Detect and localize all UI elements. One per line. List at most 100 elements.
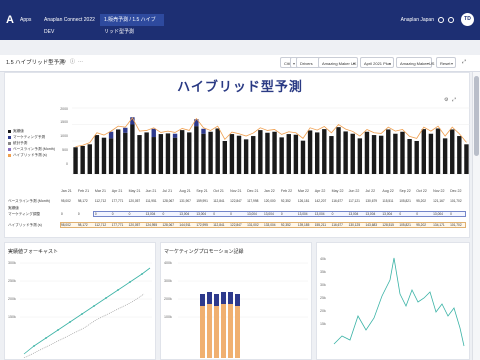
info-icon[interactable]: ⓘ <box>70 60 75 65</box>
more-options-icon[interactable]: ⋯ <box>78 60 83 65</box>
column-header: Jun 21 <box>145 189 157 193</box>
table-cell[interactable]: 0 <box>230 212 232 216</box>
table-cell: 130,679 <box>365 199 378 203</box>
table-cell[interactable]: 13,004 <box>298 212 308 216</box>
table-cell[interactable]: 0 <box>163 212 165 216</box>
table-cell: 92,352 <box>280 223 291 227</box>
table-cell[interactable]: 13,004 <box>366 212 376 216</box>
actual-bar <box>350 133 355 174</box>
actual-bar <box>457 136 462 174</box>
table-cell: 120,000 <box>264 199 276 203</box>
table-cell[interactable]: 0 <box>450 212 452 216</box>
y-tick: 30k <box>320 283 326 287</box>
column-header: Jul 22 <box>365 189 376 193</box>
table-cell[interactable]: 0 <box>129 212 131 216</box>
table-cell[interactable]: 13,004 <box>264 212 274 216</box>
table-cell[interactable]: 0 <box>416 212 418 216</box>
actual-bar <box>229 134 235 174</box>
table-cell[interactable]: 0 <box>112 212 114 216</box>
table-cell: 101,702 <box>450 199 462 203</box>
actual-bar <box>80 145 85 174</box>
column-header: Jan 22 <box>264 189 275 193</box>
vertical-scrollbar[interactable] <box>472 72 480 360</box>
table-cell[interactable]: 0 <box>213 212 215 216</box>
actual-bar <box>137 135 142 174</box>
column-header: Jan 21 <box>61 189 72 193</box>
column-header: Jun 22 <box>348 189 360 193</box>
table-cell: 131,907 <box>179 199 191 203</box>
y-tick: 300k <box>164 279 172 283</box>
column-header: Apr 21 <box>111 189 123 193</box>
actual-bar <box>442 138 448 174</box>
column-header: Oct 22 <box>416 189 427 193</box>
y-tick: 150k <box>8 315 16 319</box>
column-header: Oct 21 <box>213 189 224 193</box>
column-header: Apr 22 <box>314 189 326 193</box>
user-name[interactable]: Anaplan Japan <box>401 14 434 26</box>
notification-icon[interactable] <box>448 17 454 23</box>
actual-bar <box>236 135 242 174</box>
breadcrumb-workspace[interactable]: Anaplan Connect 2022 DEV <box>40 14 100 35</box>
fullscreen-icon[interactable]: ⤢ <box>462 60 467 65</box>
table-cell[interactable]: 0 <box>399 212 401 216</box>
table-cell: 98,172 <box>77 223 88 227</box>
column-header: Dec 22 <box>450 189 462 193</box>
legend-hybrid: ハイブリッド予測 (s) <box>8 153 47 158</box>
actual-bar <box>165 133 171 174</box>
promo-bar <box>207 292 212 304</box>
y-tick: 100k <box>164 315 172 319</box>
filter-maker-uk[interactable]: Amazing Maker UK <box>318 57 358 69</box>
table-cell: 131,002 <box>247 223 259 227</box>
reset-button[interactable]: Reset <box>436 57 456 69</box>
table-cell: 95,202 <box>416 223 426 227</box>
breadcrumb-apps[interactable]: Apps <box>16 14 40 26</box>
actual-bar <box>222 141 228 174</box>
table-cell[interactable]: 0 <box>61 212 63 216</box>
chart-main-title: ハイブリッド型予測 <box>177 80 303 95</box>
marketing-bar <box>123 127 128 133</box>
table-cell[interactable]: 13,004 <box>196 212 206 216</box>
page-toolbar: 1.5 ハイブリッド型予測 ↻ ⓘ ⋯ Cities Drivers Amazi… <box>0 55 480 72</box>
column-header: Aug 21 <box>179 189 191 193</box>
avatar[interactable]: TD <box>461 13 474 26</box>
table-cell: 143,683 <box>365 223 378 227</box>
actual-bar <box>187 132 192 174</box>
table-cell: 112,841 <box>213 223 225 227</box>
marketing-bar <box>151 128 156 138</box>
table-cell: 95,002 <box>61 199 71 203</box>
table-cell[interactable]: 13,004 <box>433 212 443 216</box>
actual-bar <box>364 131 370 174</box>
table-cell[interactable]: 0 <box>332 212 334 216</box>
actual-bar <box>158 134 164 174</box>
actual-bar <box>428 133 434 174</box>
top-navigation-bar: A Apps Anaplan Connect 2022 DEV 1.販売予測 /… <box>0 0 480 40</box>
help-icon[interactable] <box>438 17 444 23</box>
table-cell: 122,847 <box>230 199 242 203</box>
filter-period[interactable]: April 2021 Plus <box>360 57 394 69</box>
column-header: Nov 21 <box>230 189 242 193</box>
table-cell: 122,847 <box>230 223 242 227</box>
scrollbar-thumb[interactable] <box>474 76 479 156</box>
table-cell[interactable]: 13,004 <box>382 212 392 216</box>
marketing-bar <box>201 128 206 134</box>
actual-bar <box>243 139 249 174</box>
table-cell[interactable]: 0 <box>78 212 80 216</box>
actual-bar <box>108 138 114 174</box>
table-cell[interactable]: 13,004 <box>349 212 359 216</box>
table-cell[interactable]: 0 <box>95 212 97 216</box>
table-cell[interactable]: 0 <box>281 212 283 216</box>
table-cell[interactable]: 13,004 <box>315 212 325 216</box>
sync-icon[interactable]: ↻ <box>62 60 67 65</box>
table-cell[interactable]: 13,004 <box>179 212 189 216</box>
column-header: Feb 22 <box>280 189 293 193</box>
row-label-baseline: ベースライン予測 (Month) <box>8 199 50 203</box>
actual-bar <box>300 140 306 174</box>
table-cell[interactable]: 13,004 <box>247 212 257 216</box>
actual-bar <box>201 133 206 174</box>
table-cell: 120,057 <box>128 199 141 203</box>
table-cell[interactable]: 13,004 <box>146 212 156 216</box>
y-tick: 35k <box>320 270 326 274</box>
legend-marketing: マーケティング予測 <box>8 135 45 140</box>
breadcrumb-current-page[interactable]: 1.販売予測 / 1.5 ハイブリッド型予測 <box>100 14 164 35</box>
filter-maker-us[interactable]: Amazing Maker US <box>396 57 434 69</box>
